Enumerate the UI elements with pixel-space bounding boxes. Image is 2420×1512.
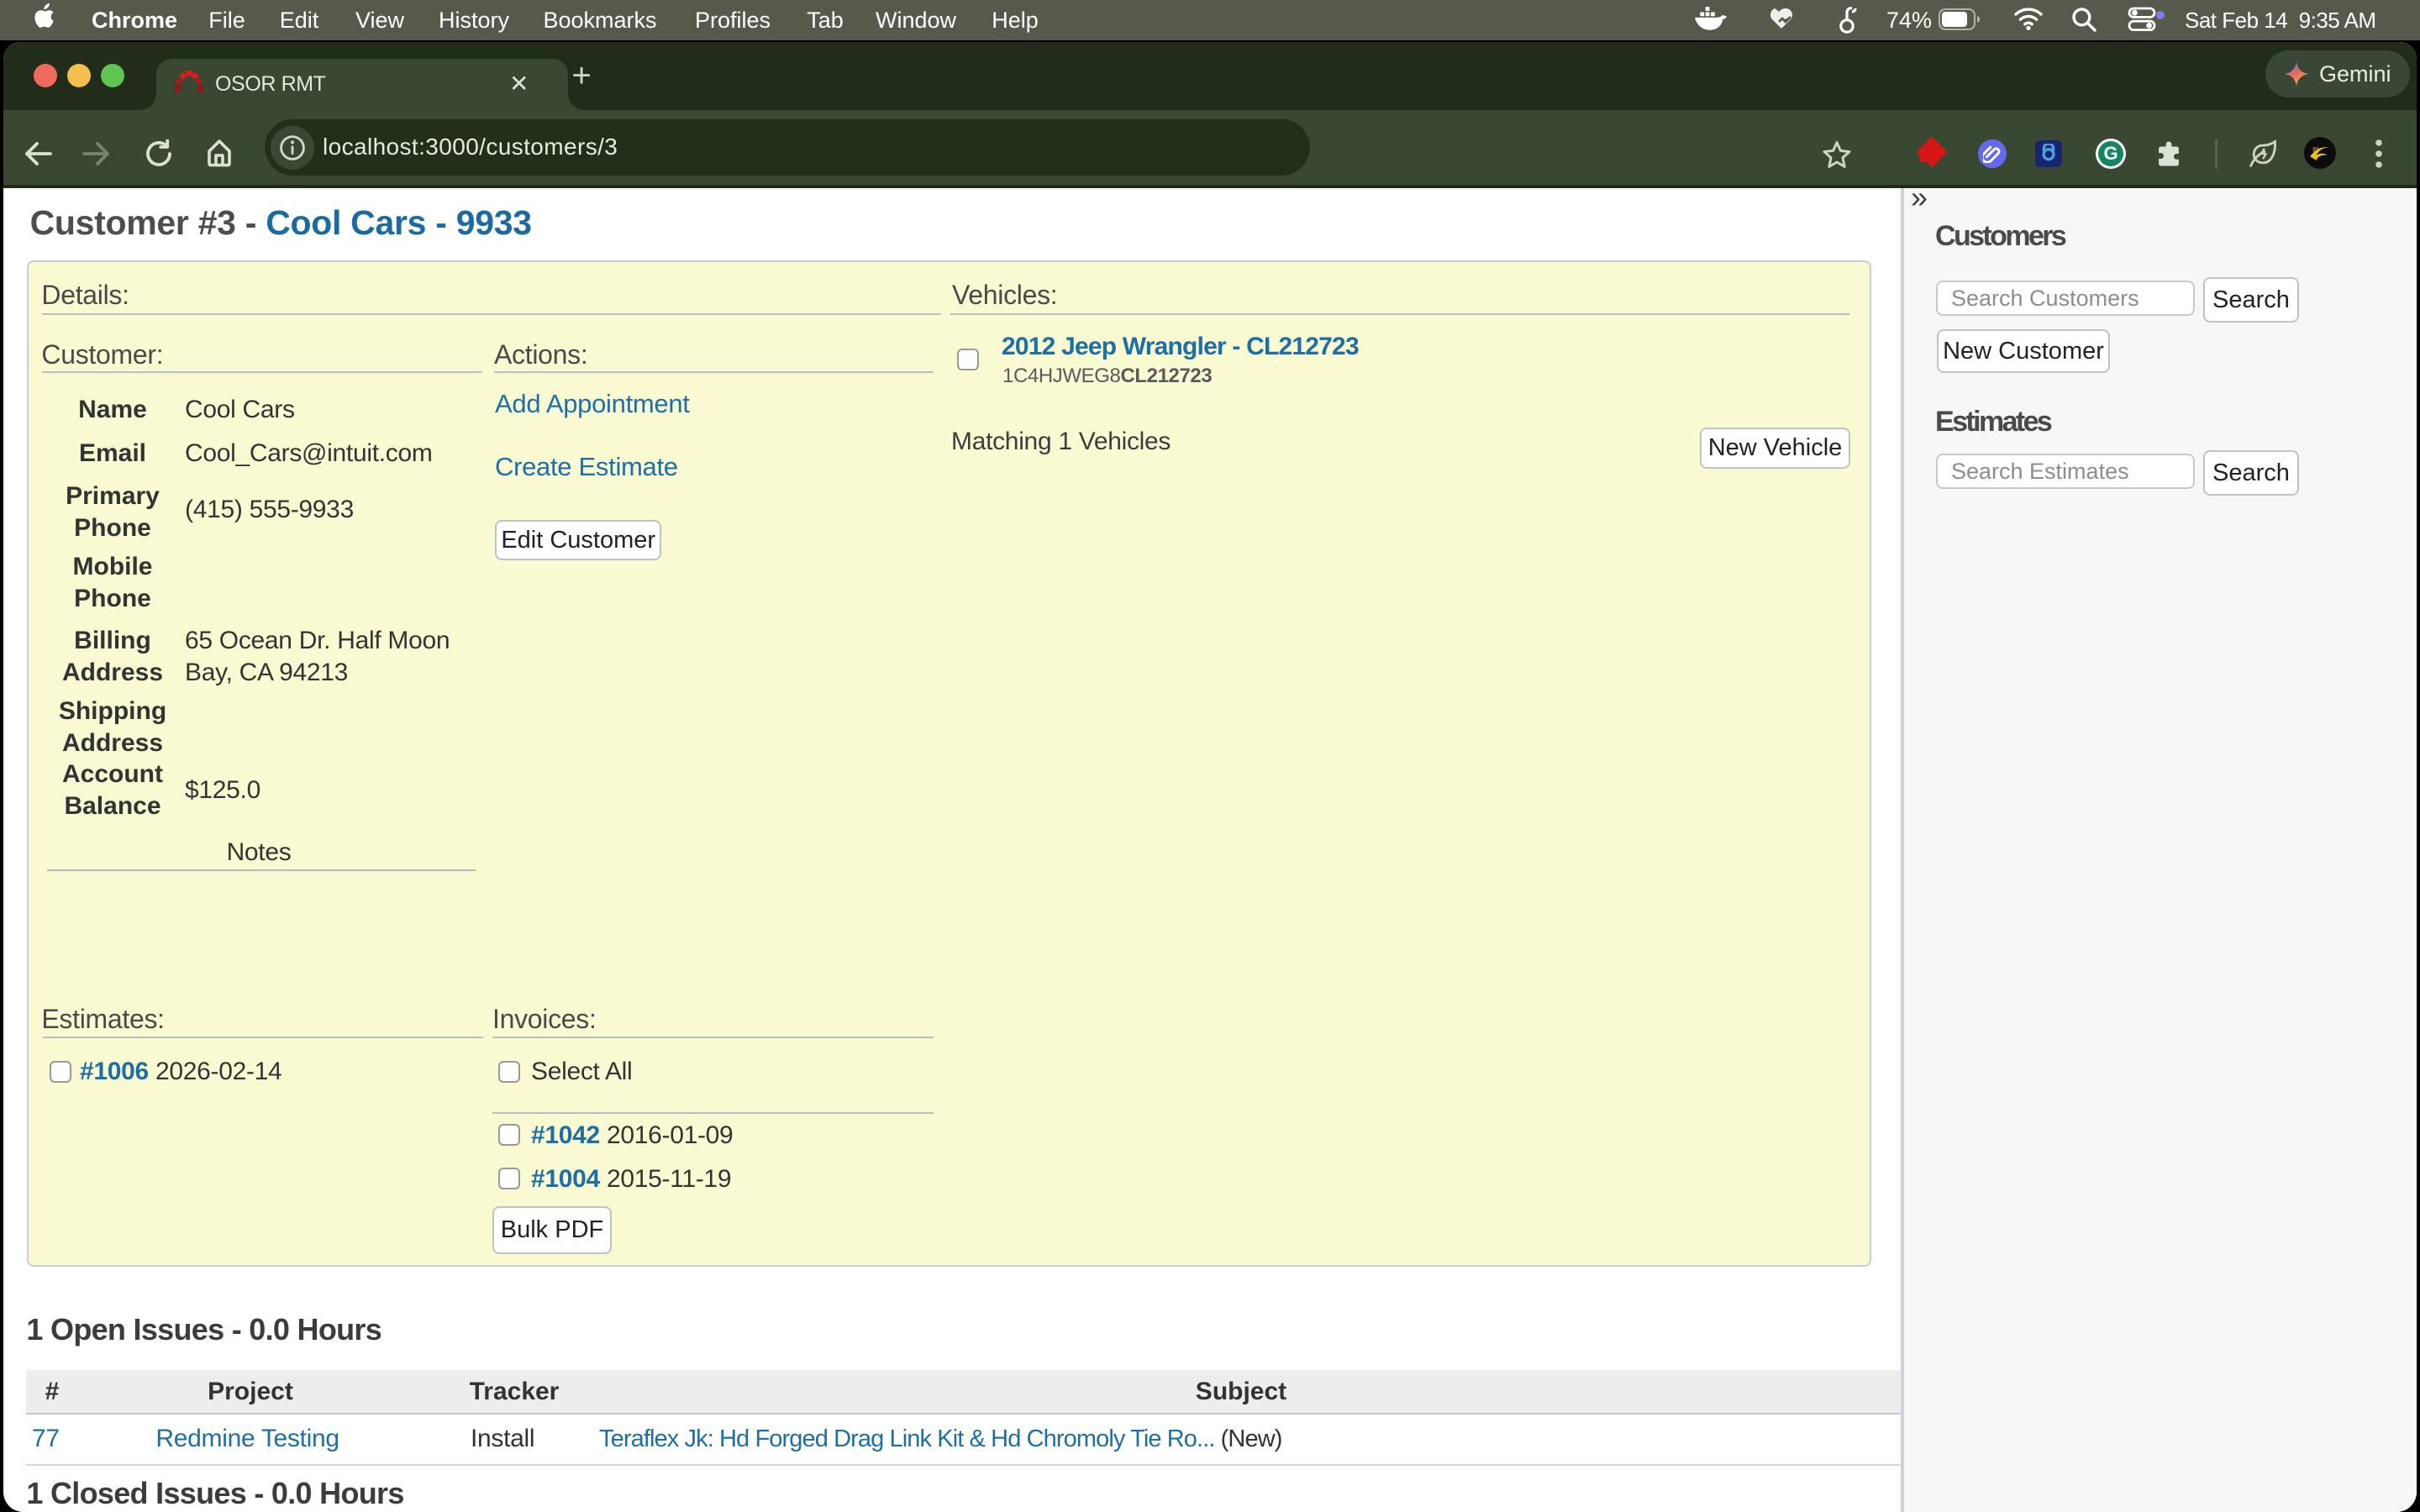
svg-text:Bf: Bf <box>2312 146 2319 154</box>
